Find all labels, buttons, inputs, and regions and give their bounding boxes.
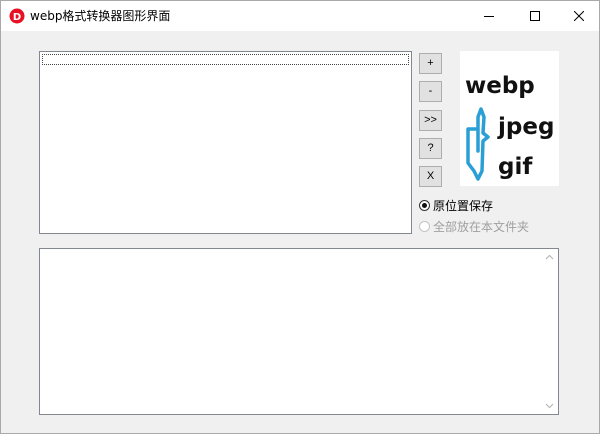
close-button[interactable]	[557, 1, 600, 31]
radio-selected-icon[interactable]	[419, 199, 430, 211]
app-logo-icon: D	[9, 8, 25, 24]
close-icon	[574, 11, 584, 21]
radio-save-to-folder-label: 全部放在本文件夹	[433, 219, 530, 234]
maximize-icon	[530, 11, 540, 21]
minimize-icon	[484, 16, 494, 17]
scroll-up-icon[interactable]	[545, 253, 554, 262]
clear-list-button[interactable]: X	[419, 166, 442, 187]
radio-save-in-place-label: 原位置保存	[433, 198, 494, 213]
file-list[interactable]	[39, 51, 412, 234]
scroll-down-icon[interactable]	[545, 401, 554, 410]
add-file-button[interactable]: +	[419, 53, 442, 74]
title-bar[interactable]: D webp格式转换器图形界面	[1, 1, 599, 31]
help-button[interactable]: ?	[419, 138, 442, 159]
logo-text-gif: gif	[498, 154, 533, 180]
remove-file-button[interactable]: -	[419, 81, 442, 102]
window-title: webp格式转换器图形界面	[30, 9, 171, 23]
radio-unselected-icon[interactable]	[419, 220, 430, 232]
list-focus-row[interactable]	[42, 54, 409, 65]
format-logo-image: webp jpeg gif	[460, 51, 559, 186]
maximize-button[interactable]	[513, 1, 557, 31]
vertical-scrollbar[interactable]	[541, 249, 558, 414]
svg-text:D: D	[13, 12, 21, 23]
main-window: D webp格式转换器图形界面 + - >> ? X webp jpeg gif…	[0, 0, 600, 434]
minimize-button[interactable]	[467, 1, 511, 31]
radio-save-to-folder[interactable]: 全部放在本文件夹	[419, 218, 529, 234]
logo-text-webp: webp	[465, 73, 535, 99]
convert-button[interactable]: >>	[419, 110, 442, 131]
log-output-area[interactable]	[39, 248, 559, 415]
logo-text-jpeg: jpeg	[497, 114, 554, 140]
arrow-icon	[466, 107, 490, 181]
radio-save-in-place[interactable]: 原位置保存	[419, 197, 493, 213]
